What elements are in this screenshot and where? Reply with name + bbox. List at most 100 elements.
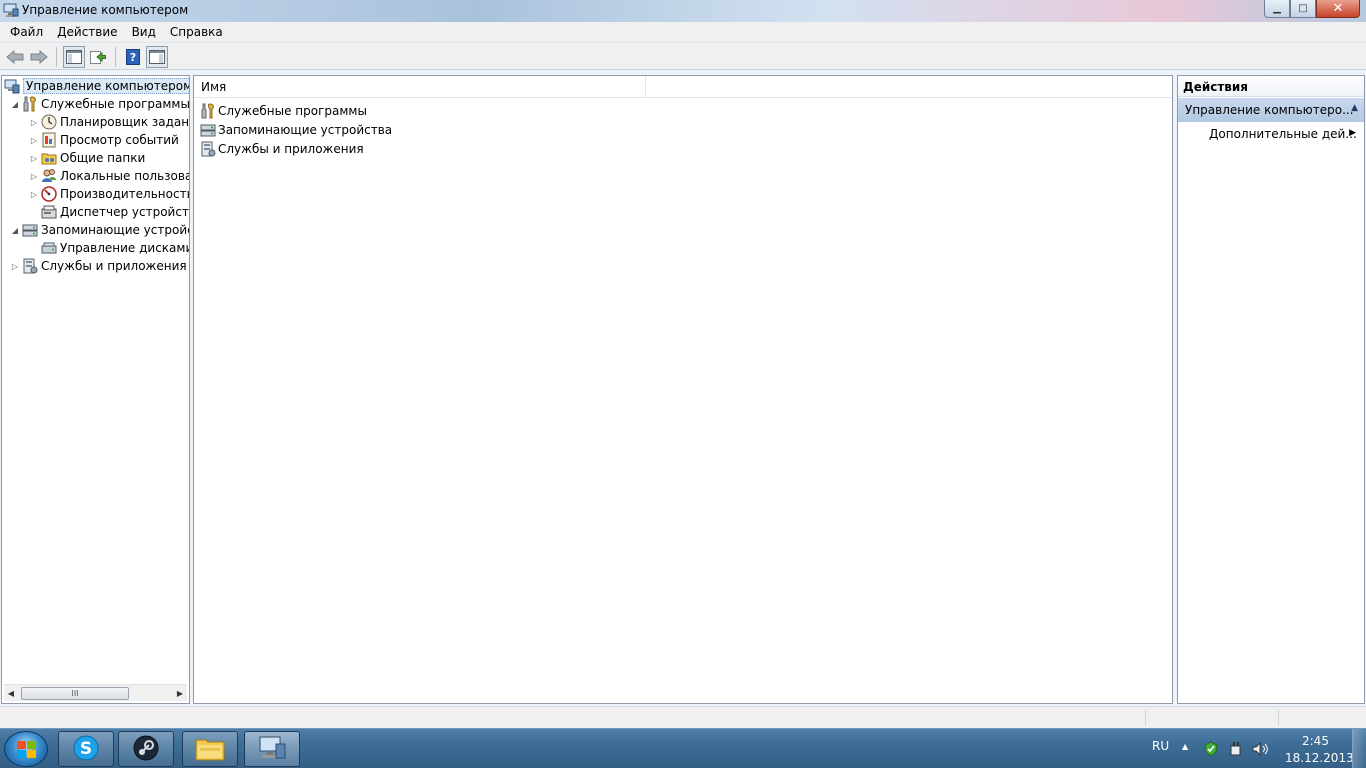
show-hidden-icons-icon[interactable]: ▲ bbox=[1182, 742, 1188, 751]
export-list-icon[interactable] bbox=[87, 46, 109, 68]
tree-item-system-tools[interactable]: ◢ Служебные программы bbox=[10, 95, 190, 113]
list-item[interactable]: Служебные программы bbox=[200, 101, 367, 120]
computer-management-icon bbox=[3, 3, 19, 18]
skype-icon: S bbox=[72, 734, 100, 765]
scroll-thumb[interactable]: III bbox=[21, 687, 129, 700]
menu-view[interactable]: Вид bbox=[125, 25, 163, 39]
language-indicator[interactable]: RU bbox=[1152, 739, 1169, 753]
tree-item-label: Общие папки bbox=[60, 151, 146, 165]
show-hide-tree-icon[interactable] bbox=[63, 45, 85, 68]
column-header-name[interactable]: Имя bbox=[194, 76, 646, 98]
system-tools-icon bbox=[200, 102, 216, 119]
expand-icon[interactable]: ▷ bbox=[29, 154, 39, 163]
services-icon bbox=[200, 141, 216, 157]
scroll-right-icon[interactable]: ▶ bbox=[173, 686, 187, 701]
tree-item-event-viewer[interactable]: ▷ Просмотр событий bbox=[29, 131, 179, 149]
minimize-button[interactable]: ▁ bbox=[1264, 0, 1290, 18]
list-item[interactable]: Запоминающие устройства bbox=[200, 120, 392, 139]
computer-management-icon bbox=[256, 734, 288, 765]
expand-icon[interactable]: ▷ bbox=[29, 118, 39, 127]
list-item[interactable]: Службы и приложения bbox=[200, 139, 364, 158]
taskbar: S RU ▲ 2:45 18.12.2013 bbox=[0, 728, 1366, 768]
tree-item-performance[interactable]: ▷ Производительность bbox=[29, 185, 190, 203]
submenu-arrow-icon[interactable]: ▶ bbox=[1349, 128, 1356, 138]
windows-logo-icon bbox=[17, 741, 37, 759]
tree-item-label: Производительность bbox=[60, 187, 190, 201]
expand-icon[interactable]: ▷ bbox=[29, 190, 39, 199]
tree-item-label: Управление дисками bbox=[60, 241, 190, 255]
tree-item-task-scheduler[interactable]: ▷ Планировщик заданий bbox=[29, 113, 190, 131]
system-tools-icon bbox=[22, 96, 38, 112]
shared-folder-icon bbox=[41, 150, 57, 166]
list-item-label: Службы и приложения bbox=[218, 141, 364, 156]
maximize-button[interactable]: □ bbox=[1290, 0, 1316, 18]
status-divider bbox=[1145, 710, 1146, 726]
disk-management-icon bbox=[41, 240, 57, 256]
horizontal-scrollbar[interactable]: ◀ III ▶ bbox=[4, 684, 187, 701]
tree-item-label: Запоминающие устройст bbox=[41, 223, 190, 237]
result-pane: Имя Служебные программы Запоминающие уст… bbox=[193, 75, 1173, 704]
tree-item-label: Управление компьютером (л bbox=[23, 78, 189, 94]
tree-item-label: Служебные программы bbox=[41, 97, 190, 111]
clock-date[interactable]: 18.12.2013 bbox=[1285, 751, 1354, 765]
actions-pane: Действия Управление компьютеро... ▲ Допо… bbox=[1177, 75, 1365, 704]
taskbar-explorer[interactable] bbox=[182, 731, 238, 767]
scroll-left-icon[interactable]: ◀ bbox=[4, 686, 18, 701]
status-divider bbox=[1278, 710, 1279, 726]
svg-text:S: S bbox=[80, 739, 92, 759]
list-item-label: Запоминающие устройства bbox=[218, 122, 393, 137]
taskbar-computer-management[interactable] bbox=[244, 731, 300, 767]
expand-icon[interactable]: ▷ bbox=[29, 136, 39, 145]
console-tree: Управление компьютером (л ◢ Служебные пр… bbox=[1, 75, 190, 704]
collapse-section-icon[interactable]: ▲ bbox=[1351, 103, 1358, 113]
actions-header: Действия bbox=[1178, 76, 1364, 97]
clock-icon bbox=[41, 114, 57, 130]
list-header: Имя bbox=[194, 76, 1172, 98]
volume-icon[interactable] bbox=[1252, 741, 1270, 760]
menu-file[interactable]: Файл bbox=[3, 25, 50, 39]
help-icon[interactable]: ? bbox=[122, 46, 144, 68]
taskbar-skype[interactable]: S bbox=[58, 731, 114, 767]
menu-bar: Файл Действие Вид Справка bbox=[0, 22, 1366, 43]
title-bar: Управление компьютером ▁ □ ✕ bbox=[0, 0, 1366, 22]
tree-item-label: Локальные пользовате bbox=[60, 169, 189, 183]
tree-item-root[interactable]: Управление компьютером (л bbox=[4, 77, 189, 95]
toolbar-separator bbox=[115, 46, 116, 67]
tree-item-device-manager[interactable]: Диспетчер устройств bbox=[29, 203, 190, 221]
toolbar: ? bbox=[0, 44, 1366, 70]
security-shield-icon[interactable] bbox=[1203, 741, 1219, 760]
back-icon[interactable] bbox=[4, 46, 26, 68]
storage-icon bbox=[22, 222, 38, 238]
expand-icon[interactable]: ▷ bbox=[29, 172, 39, 181]
clock-time[interactable]: 2:45 bbox=[1302, 734, 1329, 748]
collapse-icon[interactable]: ◢ bbox=[10, 226, 20, 235]
svg-text:?: ? bbox=[130, 51, 136, 64]
window-title: Управление компьютером bbox=[22, 3, 189, 17]
tree-item-storage[interactable]: ◢ Запоминающие устройст bbox=[10, 221, 190, 239]
start-button[interactable] bbox=[4, 731, 48, 767]
tree-item-services-apps[interactable]: ▷ Службы и приложения bbox=[10, 257, 187, 275]
tree-item-disk-management[interactable]: Управление дисками bbox=[29, 239, 190, 257]
taskbar-steam[interactable] bbox=[118, 731, 174, 767]
show-hide-action-pane-icon[interactable] bbox=[146, 45, 168, 68]
tree-item-label: Диспетчер устройств bbox=[60, 205, 190, 219]
close-button[interactable]: ✕ bbox=[1316, 0, 1360, 18]
collapse-icon[interactable]: ◢ bbox=[10, 100, 20, 109]
show-desktop-button[interactable] bbox=[1352, 729, 1366, 768]
more-actions-item[interactable]: Дополнительные дей... bbox=[1209, 127, 1357, 141]
tree-item-local-users[interactable]: ▷ Локальные пользовате bbox=[29, 167, 189, 185]
steam-icon bbox=[132, 734, 160, 765]
actions-section-label: Управление компьютеро... bbox=[1185, 103, 1354, 117]
actions-section-computer-management[interactable]: Управление компьютеро... ▲ bbox=[1178, 98, 1364, 122]
storage-icon bbox=[200, 122, 216, 138]
menu-action[interactable]: Действие bbox=[50, 25, 124, 39]
power-plug-icon[interactable] bbox=[1228, 741, 1244, 760]
forward-icon[interactable] bbox=[28, 46, 50, 68]
computer-management-icon bbox=[4, 78, 20, 94]
tree-item-label: Планировщик заданий bbox=[60, 115, 190, 129]
tree-item-shared-folders[interactable]: ▷ Общие папки bbox=[29, 149, 145, 167]
menu-help[interactable]: Справка bbox=[163, 25, 230, 39]
expand-icon[interactable]: ▷ bbox=[10, 262, 20, 271]
toolbar-separator bbox=[56, 46, 57, 67]
tree-item-label: Службы и приложения bbox=[41, 259, 187, 273]
